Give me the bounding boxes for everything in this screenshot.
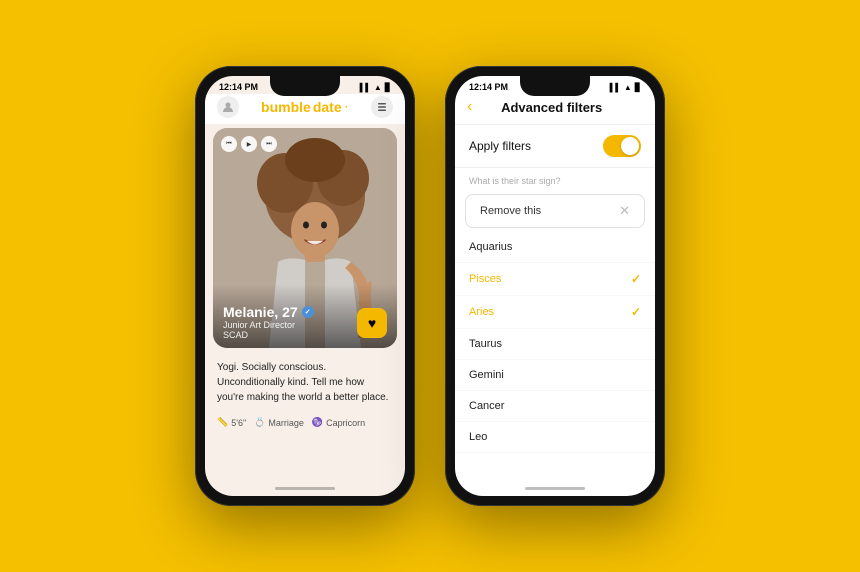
zodiac-item[interactable]: Virgo (455, 453, 655, 455)
media-btn-forward[interactable]: ⏭ (261, 136, 277, 152)
tag-height: 📏 5'6" (217, 417, 246, 428)
sign-icon: ♑ (312, 417, 323, 428)
tag-intent: 💍 Marriage (254, 417, 304, 428)
like-button[interactable]: ♥ (357, 308, 387, 338)
menu-icon[interactable] (371, 96, 393, 118)
zodiac-item[interactable]: Pisces ✓ (455, 263, 655, 296)
zodiac-item[interactable]: Gemini (455, 360, 655, 391)
zodiac-check-icon: ✓ (631, 305, 641, 319)
zodiac-item[interactable]: Leo (455, 422, 655, 453)
zodiac-name: Aries (469, 306, 494, 318)
star-sign-section-label: What is their star sign? (455, 168, 655, 190)
right-phone: 12:14 PM ▌▌ ▲ ▊ ‹ Advanced filters Apply… (445, 66, 665, 506)
profile-bio: Yogi. Socially conscious. Unconditionall… (205, 352, 405, 413)
zodiac-check-icon: ✓ (631, 272, 641, 286)
logo-suffix: date (313, 99, 342, 115)
back-button[interactable]: ‹ (467, 98, 472, 116)
media-btn-play[interactable]: ▶ (241, 136, 257, 152)
profile-card: ⏮ ▶ ⏭ Melanie, 27 ✓ Junior Art Director … (213, 128, 397, 348)
zodiac-name: Cancer (469, 400, 504, 412)
status-icons-right: ▌▌ ▲ ▊ (610, 83, 641, 92)
notch-left (270, 76, 340, 96)
signal-icon-r: ▌▌ (610, 83, 621, 92)
time-left: 12:14 PM (219, 82, 258, 92)
ruler-icon: 📏 (217, 417, 228, 428)
rings-icon: 💍 (254, 417, 265, 428)
zodiac-item[interactable]: Aquarius (455, 232, 655, 263)
apply-filters-row: Apply filters (455, 125, 655, 168)
home-indicator-left (275, 487, 335, 490)
apply-filters-label: Apply filters (469, 139, 531, 153)
app-header: bumble date · (205, 94, 405, 124)
app-logo: bumble date · (261, 98, 349, 116)
zodiac-item[interactable]: Taurus (455, 329, 655, 360)
apply-filters-toggle[interactable] (603, 135, 641, 157)
phones-container: 12:14 PM ▌▌ ▲ ▊ bumble date · (195, 66, 665, 506)
home-indicator-right (525, 487, 585, 490)
media-controls: ⏮ ▶ ⏭ (221, 136, 277, 152)
left-phone: 12:14 PM ▌▌ ▲ ▊ bumble date · (195, 66, 415, 506)
wifi-icon: ▲ (374, 83, 382, 92)
tag-sign: ♑ Capricorn (312, 417, 365, 428)
remove-filter-label: Remove this (480, 205, 541, 217)
status-icons-left: ▌▌ ▲ ▊ (360, 83, 391, 92)
logo-text: bumble (261, 99, 311, 115)
zodiac-name: Taurus (469, 338, 502, 350)
filters-content: Apply filters What is their star sign? R… (455, 125, 655, 455)
filters-header: ‹ Advanced filters (455, 94, 655, 125)
profile-avatar-icon[interactable] (217, 96, 239, 118)
tag-height-value: 5'6" (231, 418, 246, 428)
toggle-knob (621, 137, 639, 155)
remove-filter-row: Remove this ✕ (465, 194, 645, 228)
remove-filter-button[interactable]: ✕ (619, 203, 630, 219)
notch-right (520, 76, 590, 96)
battery-icon-r: ▊ (635, 83, 641, 92)
signal-icon: ▌▌ (360, 83, 371, 92)
tag-sign-value: Capricorn (326, 418, 365, 428)
right-phone-screen: 12:14 PM ▌▌ ▲ ▊ ‹ Advanced filters Apply… (455, 76, 655, 496)
zodiac-item[interactable]: Cancer (455, 391, 655, 422)
zodiac-item[interactable]: Aries ✓ (455, 296, 655, 329)
verified-badge: ✓ (302, 306, 314, 318)
media-btn-rewind[interactable]: ⏮ (221, 136, 237, 152)
left-phone-screen: 12:14 PM ▌▌ ▲ ▊ bumble date · (205, 76, 405, 496)
logo-dot: · (344, 98, 349, 116)
profile-tags: 📏 5'6" 💍 Marriage ♑ Capricorn (205, 413, 405, 436)
zodiac-name: Gemini (469, 369, 504, 381)
battery-icon: ▊ (385, 83, 391, 92)
zodiac-name: Leo (469, 431, 487, 443)
wifi-icon-r: ▲ (624, 83, 632, 92)
tag-intent-value: Marriage (268, 418, 304, 428)
zodiac-list: Aquarius Pisces ✓ Aries ✓ Taurus Gemini Cancer L… (455, 232, 655, 455)
filters-title: Advanced filters (480, 100, 623, 115)
zodiac-name: Aquarius (469, 241, 512, 253)
time-right: 12:14 PM (469, 82, 508, 92)
zodiac-name: Pisces (469, 273, 501, 285)
